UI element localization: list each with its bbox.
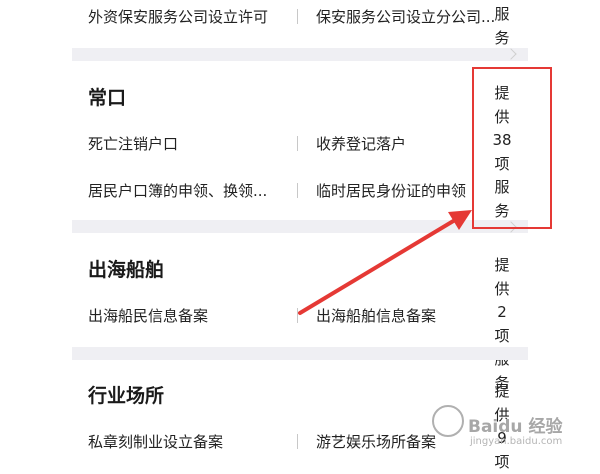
annotation-arrow-icon (0, 0, 600, 470)
watermark-url: jingyan.baidu.com (470, 436, 562, 447)
baidu-logo-icon (432, 405, 464, 437)
watermark-text: Baidu 经验 (468, 412, 562, 437)
